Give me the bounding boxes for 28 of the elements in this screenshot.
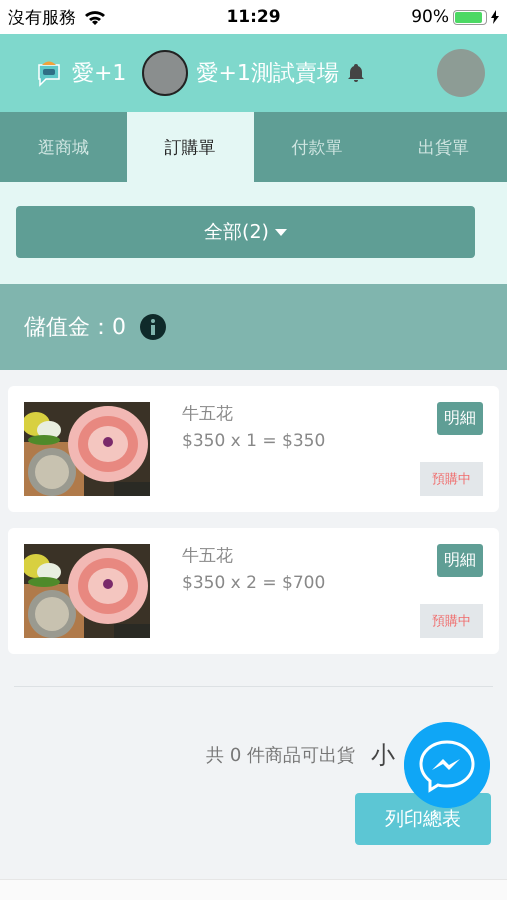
charging-icon: [491, 10, 499, 24]
carrier-text: 沒有服務: [8, 6, 76, 28]
price-line: $350 x 1 = $350: [182, 431, 326, 451]
tab[interactable]: 訂購單: [126, 112, 254, 182]
info-icon[interactable]: [140, 314, 166, 340]
store-avatar[interactable]: [142, 50, 188, 96]
caret-icon: [274, 228, 287, 236]
price-line: $350 x 2 = $700: [182, 573, 326, 593]
store-name: 愛+1測試賣場: [196, 60, 339, 88]
print-button[interactable]: 列印總表: [355, 793, 491, 845]
battery-percent: 90%: [411, 7, 449, 27]
detail-button[interactable]: 明細: [437, 544, 483, 577]
product-name: 牛五花: [182, 403, 234, 425]
subtotal-text: 小: [371, 740, 396, 771]
battery-icon: [453, 10, 487, 24]
filter-dropdown[interactable]: 全部(2): [16, 206, 475, 258]
product-name: 牛五花: [182, 545, 234, 567]
status-tag: 預購中: [420, 462, 483, 496]
status-time: 11:29: [226, 7, 281, 27]
chat-robot-icon: [36, 59, 62, 87]
balance-text: 儲值金：0: [24, 314, 126, 342]
wifi-icon: [84, 9, 106, 25]
messenger-button[interactable]: [404, 722, 490, 808]
shippable-summary: 共 0 件商品可出貨: [206, 744, 355, 767]
detail-button[interactable]: 明細: [437, 402, 483, 435]
bell-icon[interactable]: [346, 63, 365, 83]
status-tag: 預購中: [420, 604, 483, 638]
app-name: 愛+1: [72, 60, 126, 88]
